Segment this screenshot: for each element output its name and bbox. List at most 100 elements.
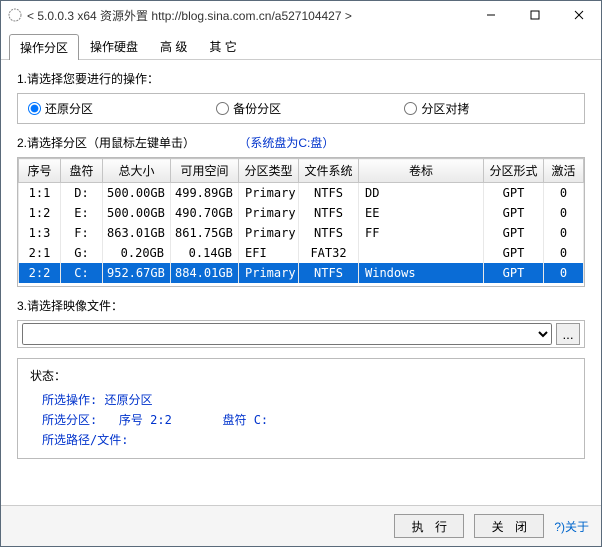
close-dialog-button[interactable]: 关 闭 (474, 514, 544, 538)
th-scheme[interactable]: 分区形式 (484, 159, 544, 183)
section-operation: 1.请选择您要进行的操作： 还原分区 备份分区 分区对拷 (17, 70, 585, 124)
content-area: 1.请选择您要进行的操作： 还原分区 备份分区 分区对拷 2.请选择分区（用鼠标… (1, 60, 601, 505)
status-box: 状态： 所选操作: 还原分区 所选分区: 序号 2:2 盘符 C: 所选路径/文… (17, 358, 585, 459)
table-row[interactable]: 1:3F:863.01GB861.75GBPrimaryNTFSFFGPT0 (19, 223, 584, 243)
cell-free: 0.14GB (171, 243, 239, 263)
status-title: 状态： (30, 367, 572, 384)
status-path: 所选路径/文件: (30, 430, 572, 450)
cell-fs: NTFS (299, 263, 359, 283)
table-row[interactable]: 2:2C:952.67GB884.01GBPrimaryNTFSWindowsG… (19, 263, 584, 283)
cell-seq: 1:3 (19, 223, 61, 243)
cell-active: 0 (544, 183, 584, 204)
cell-drive: G: (61, 243, 103, 263)
cell-active: 0 (544, 263, 584, 283)
table-row[interactable]: 1:1D:500.00GB499.89GBPrimaryNTFSDDGPT0 (19, 183, 584, 204)
section-image: 3.请选择映像文件： ... (17, 297, 585, 348)
cell-ptype: Primary (239, 183, 299, 204)
th-vol[interactable]: 卷标 (359, 159, 484, 183)
close-button[interactable] (557, 1, 601, 29)
radio-restore-input[interactable] (28, 102, 41, 115)
cell-drive: E: (61, 203, 103, 223)
radio-copy-input[interactable] (404, 102, 417, 115)
maximize-button[interactable] (513, 1, 557, 29)
partition-table[interactable]: 序号 盘符 总大小 可用空间 分区类型 文件系统 卷标 分区形式 激活 1:1D… (18, 158, 584, 283)
execute-button[interactable]: 执 行 (394, 514, 464, 538)
status-partition: 所选分区: 序号 2:2 盘符 C: (30, 410, 572, 430)
cell-active: 0 (544, 243, 584, 263)
tab-bar: 操作分区 操作硬盘 高 级 其 它 (1, 29, 601, 60)
cell-total: 0.20GB (103, 243, 171, 263)
cell-free: 884.01GB (171, 263, 239, 283)
image-select[interactable] (22, 323, 552, 345)
cell-ptype: EFI (239, 243, 299, 263)
cell-ptype: Primary (239, 203, 299, 223)
th-seq[interactable]: 序号 (19, 159, 61, 183)
about-link[interactable]: ?)关于 (554, 518, 589, 535)
minimize-button[interactable] (469, 1, 513, 29)
cell-vol: FF (359, 223, 484, 243)
th-total[interactable]: 总大小 (103, 159, 171, 183)
cell-free: 861.75GB (171, 223, 239, 243)
system-disk-hint: （系统盘为C:盘） (238, 136, 334, 150)
section-partition: 2.请选择分区（用鼠标左键单击） （系统盘为C:盘） 序号 盘符 总大小 可用空… (17, 134, 585, 287)
th-active[interactable]: 激活 (544, 159, 584, 183)
cell-fs: FAT32 (299, 243, 359, 263)
cell-vol (359, 243, 484, 263)
cell-fs: NTFS (299, 223, 359, 243)
partition-label-text: 2.请选择分区（用鼠标左键单击） (17, 136, 195, 150)
cell-drive: D: (61, 183, 103, 204)
operation-radio-row: 还原分区 备份分区 分区对拷 (17, 93, 585, 124)
tab-other[interactable]: 其 它 (198, 33, 247, 59)
cell-scheme: GPT (484, 223, 544, 243)
cell-scheme: GPT (484, 203, 544, 223)
table-row[interactable]: 1:2E:500.00GB490.70GBPrimaryNTFSEEGPT0 (19, 203, 584, 223)
tab-operate-disk[interactable]: 操作硬盘 (79, 33, 149, 59)
cell-vol: EE (359, 203, 484, 223)
partition-label: 2.请选择分区（用鼠标左键单击） （系统盘为C:盘） (17, 134, 585, 151)
th-free[interactable]: 可用空间 (171, 159, 239, 183)
operation-label: 1.请选择您要进行的操作： (17, 70, 585, 87)
titlebar: < 5.0.0.3 x64 资源外置 http://blog.sina.com.… (1, 1, 601, 29)
cell-free: 499.89GB (171, 183, 239, 204)
cell-total: 500.00GB (103, 203, 171, 223)
cell-free: 490.70GB (171, 203, 239, 223)
cell-total: 500.00GB (103, 183, 171, 204)
partition-table-wrap: 序号 盘符 总大小 可用空间 分区类型 文件系统 卷标 分区形式 激活 1:1D… (17, 157, 585, 287)
tab-advanced[interactable]: 高 级 (149, 33, 198, 59)
cell-drive: F: (61, 223, 103, 243)
th-ptype[interactable]: 分区类型 (239, 159, 299, 183)
radio-backup-input[interactable] (216, 102, 229, 115)
window-title: < 5.0.0.3 x64 资源外置 http://blog.sina.com.… (27, 7, 469, 24)
cell-seq: 1:1 (19, 183, 61, 204)
cell-active: 0 (544, 203, 584, 223)
cell-seq: 1:2 (19, 203, 61, 223)
cell-active: 0 (544, 223, 584, 243)
cell-fs: NTFS (299, 183, 359, 204)
window-controls (469, 1, 601, 29)
radio-restore-label: 还原分区 (45, 100, 93, 117)
table-row[interactable]: 2:1G:0.20GB0.14GBEFIFAT32GPT0 (19, 243, 584, 263)
browse-button[interactable]: ... (556, 323, 580, 345)
table-header-row: 序号 盘符 总大小 可用空间 分区类型 文件系统 卷标 分区形式 激活 (19, 159, 584, 183)
cell-vol: Windows (359, 263, 484, 283)
cell-vol: DD (359, 183, 484, 204)
image-label: 3.请选择映像文件： (17, 297, 585, 314)
app-icon (7, 7, 23, 23)
cell-drive: C: (61, 263, 103, 283)
cell-total: 863.01GB (103, 223, 171, 243)
th-fs[interactable]: 文件系统 (299, 159, 359, 183)
cell-seq: 2:2 (19, 263, 61, 283)
cell-seq: 2:1 (19, 243, 61, 263)
cell-scheme: GPT (484, 263, 544, 283)
main-window: < 5.0.0.3 x64 资源外置 http://blog.sina.com.… (0, 0, 602, 547)
cell-ptype: Primary (239, 263, 299, 283)
image-select-row: ... (17, 320, 585, 348)
radio-copy[interactable]: 分区对拷 (404, 100, 584, 117)
radio-backup-label: 备份分区 (233, 100, 281, 117)
cell-total: 952.67GB (103, 263, 171, 283)
tab-operate-partition[interactable]: 操作分区 (9, 34, 79, 60)
radio-backup[interactable]: 备份分区 (216, 100, 396, 117)
cell-ptype: Primary (239, 223, 299, 243)
th-drive[interactable]: 盘符 (61, 159, 103, 183)
radio-restore[interactable]: 还原分区 (28, 100, 208, 117)
